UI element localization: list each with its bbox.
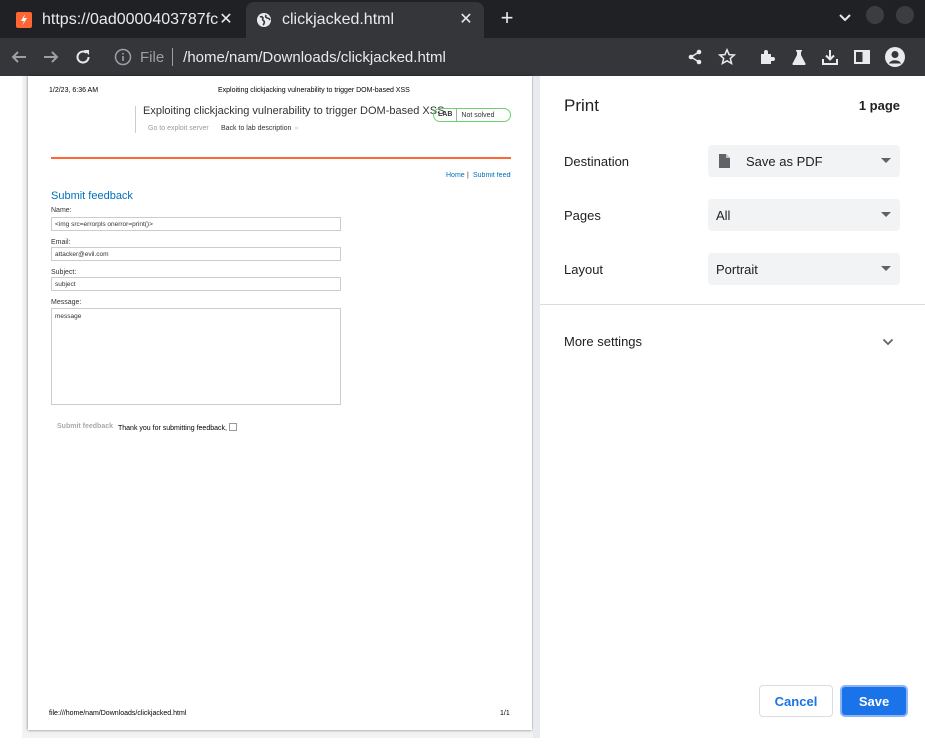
- star-icon[interactable]: [717, 47, 737, 67]
- nav-separator: |: [467, 172, 469, 179]
- url-path: /home/nam/Downloads/clickjacked.html: [183, 48, 446, 66]
- header-rule: [51, 157, 511, 159]
- badge-status: Not solved: [461, 111, 495, 119]
- tab-search-chevron-icon[interactable]: [836, 9, 854, 27]
- layout-label: Layout: [564, 262, 604, 277]
- tab-clickjacked[interactable]: clickjacked.html ✕: [246, 2, 484, 38]
- pages-value: All: [716, 207, 731, 223]
- email-field[interactable]: attacker@evil.com: [51, 247, 341, 261]
- chevron-right-icon: »: [294, 125, 299, 132]
- message-field[interactable]: message: [51, 308, 341, 405]
- burp-lab-icon: [16, 12, 32, 28]
- close-icon[interactable]: ✕: [218, 12, 234, 28]
- thank-you-message: Thank you for submitting feedback,: [118, 423, 237, 432]
- page-count: 1 page: [858, 98, 900, 113]
- lab-title: Exploiting clickjacking vulnerability to…: [143, 105, 445, 117]
- destination-label: Destination: [564, 154, 630, 169]
- tab-lab[interactable]: https://0ad0000403787fc ✕: [6, 2, 244, 38]
- subject-field[interactable]: subject: [51, 277, 341, 291]
- labs-flask-icon[interactable]: [789, 47, 809, 67]
- more-settings-toggle[interactable]: More settings: [564, 334, 642, 349]
- browser-toolbar: File /home/nam/Downloads/clickjacked.htm…: [0, 38, 925, 76]
- header-divider: [135, 106, 136, 133]
- preview-scroll-edge: [533, 76, 540, 738]
- side-panel-icon[interactable]: [852, 47, 872, 67]
- download-icon[interactable]: [820, 47, 840, 67]
- back-link-label: Back to lab description: [221, 125, 292, 132]
- pages-select[interactable]: All: [708, 199, 900, 231]
- minimize-button[interactable]: [866, 6, 884, 24]
- destination-select[interactable]: Save as PDF: [708, 145, 900, 177]
- back-to-lab-link[interactable]: Back to lab description»: [221, 125, 298, 132]
- address-bar[interactable]: File /home/nam/Downloads/clickjacked.htm…: [104, 42, 676, 72]
- new-tab-button[interactable]: +: [496, 7, 518, 30]
- forward-arrow-icon[interactable]: [40, 46, 62, 68]
- thank-you-text: Thank you for submitting feedback,: [118, 425, 227, 432]
- subject-label: Subject:: [51, 269, 77, 276]
- profile-avatar-icon[interactable]: [884, 46, 906, 68]
- share-icon[interactable]: [685, 47, 705, 67]
- nav-home-link[interactable]: Home: [446, 172, 465, 179]
- form-heading: Submit feedback: [51, 190, 133, 202]
- caret-down-icon: [881, 158, 891, 163]
- name-field[interactable]: <img src=errorpls onerror=print()>: [51, 217, 341, 231]
- badge-lab: LAB: [434, 109, 458, 121]
- email-label: Email:: [51, 239, 71, 246]
- name-label: Name:: [51, 207, 72, 214]
- destination-value: Save as PDF: [746, 153, 823, 169]
- layout-value: Portrait: [716, 261, 758, 277]
- submit-feedback-button[interactable]: Submit feedback: [57, 423, 113, 430]
- document-icon: [716, 153, 732, 169]
- reload-icon[interactable]: [72, 46, 94, 68]
- print-settings-panel: Print 1 page Destination Save as PDF Pag…: [540, 76, 925, 738]
- tab-strip: https://0ad0000403787fc ✕ clickjacked.ht…: [0, 0, 925, 38]
- footer-url: file:///home/nam/Downloads/clickjacked.h…: [49, 710, 187, 717]
- close-window-button[interactable]: [896, 6, 914, 24]
- header-title: Exploiting clickjacking vulnerability to…: [218, 87, 410, 94]
- url-separator: [172, 48, 174, 66]
- tab-title: https://0ad0000403787fc: [42, 11, 218, 28]
- exploit-server-link[interactable]: Go to exploit server: [148, 125, 209, 132]
- close-icon[interactable]: ✕: [458, 12, 474, 28]
- save-button[interactable]: Save: [840, 685, 908, 717]
- extensions-icon[interactable]: [757, 47, 777, 67]
- left-margin: [0, 76, 22, 749]
- footer-page-number: 1/1: [500, 710, 510, 717]
- globe-icon: [256, 12, 272, 28]
- preview-page: 1/2/23, 6:36 AM Exploiting clickjacking …: [28, 76, 532, 730]
- pages-label: Pages: [564, 208, 601, 223]
- tab-title: clickjacked.html: [282, 11, 395, 28]
- caret-down-icon: [881, 266, 891, 271]
- back-arrow-icon[interactable]: [8, 46, 30, 68]
- cancel-button[interactable]: Cancel: [759, 685, 833, 717]
- print-title: Print: [564, 96, 599, 115]
- info-icon[interactable]: [114, 48, 132, 66]
- nav-feedback-link[interactable]: Submit feedback: [473, 172, 511, 179]
- caret-down-icon: [881, 212, 891, 217]
- settings-divider: [540, 304, 925, 305]
- bottom-margin: [22, 738, 925, 749]
- header-date: 1/2/23, 6:36 AM: [49, 87, 99, 94]
- print-preview-area: 1/2/23, 6:36 AM Exploiting clickjacking …: [22, 76, 540, 738]
- layout-select[interactable]: Portrait: [708, 253, 900, 285]
- url-scheme: File: [140, 48, 165, 66]
- chevron-down-icon[interactable]: [881, 335, 895, 349]
- message-label: Message:: [51, 299, 82, 306]
- broken-image-icon: [228, 423, 237, 431]
- lab-status-badge: LAB Not solved: [433, 108, 511, 122]
